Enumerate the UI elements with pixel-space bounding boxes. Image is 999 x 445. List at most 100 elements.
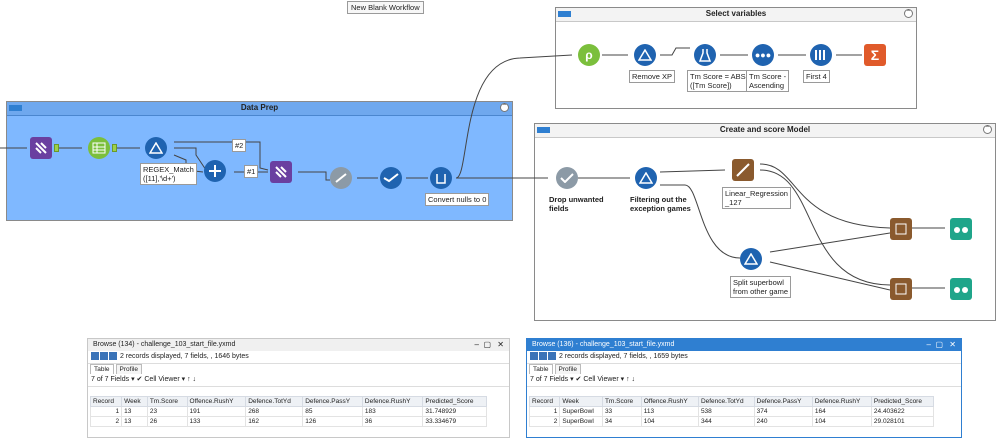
table-row[interactable]: 1 SuperBowl 33 113 538 374 164 24.403622 — [528, 406, 935, 417]
close-icon[interactable]: ✕ — [949, 339, 956, 351]
browse-window-134[interactable]: Browse (134) - challenge_103_start_file.… — [87, 338, 510, 438]
table-cell[interactable]: 13 — [121, 406, 148, 417]
chevron-down-icon[interactable]: ▾ ✔ — [131, 376, 142, 383]
cell-viewer-dropdown[interactable]: Cell Viewer — [583, 376, 618, 383]
column-header[interactable]: Record — [89, 396, 123, 407]
split-view-icon[interactable] — [109, 352, 117, 361]
table-cell[interactable]: 1 — [528, 406, 561, 417]
filter-tool-regex[interactable] — [145, 137, 167, 159]
browse-title-bar[interactable]: Browse (134) - challenge_103_start_file.… — [88, 339, 509, 351]
close-icon[interactable]: ✕ — [497, 339, 504, 351]
tab-table[interactable]: Table — [529, 364, 553, 374]
chevron-down-icon[interactable]: ▾ ↑ ↓ — [182, 376, 196, 383]
grid-view-icon[interactable] — [539, 352, 547, 361]
browse-tool-2[interactable] — [950, 278, 972, 300]
table-cell[interactable]: 33 — [601, 406, 642, 417]
table-cell[interactable]: 126 — [302, 416, 363, 427]
table-cell[interactable]: 191 — [186, 406, 247, 417]
formula-tool[interactable]: ρ — [578, 44, 600, 66]
table-cell[interactable]: 29.028101 — [870, 416, 935, 427]
column-header[interactable]: Tm.Score — [146, 396, 188, 407]
table-cell[interactable]: 26 — [146, 416, 188, 427]
table-view-icon[interactable] — [91, 352, 99, 361]
chevron-down-icon[interactable]: ▾ ↑ ↓ — [621, 376, 635, 383]
column-header[interactable]: Defence.TotYd — [697, 396, 755, 407]
column-header[interactable]: Week — [559, 396, 603, 407]
browse-title-bar[interactable]: Browse (136) - challenge_103_start_file.… — [527, 339, 961, 351]
table-cell[interactable]: 2 — [89, 416, 123, 427]
filter-exception-games-tool[interactable] — [635, 167, 657, 189]
table-cell[interactable]: 24.403622 — [870, 406, 935, 417]
minimize-icon[interactable]: – — [927, 339, 931, 351]
table-cell[interactable]: 104 — [811, 416, 872, 427]
sample-first4-tool[interactable] — [810, 44, 832, 66]
table-cell[interactable]: 133 — [186, 416, 247, 427]
grid-view-icon[interactable] — [100, 352, 108, 361]
table-cell[interactable]: 374 — [753, 406, 813, 417]
column-header[interactable]: Defence.PassY — [302, 396, 363, 407]
column-header[interactable]: Offence.RushY — [640, 396, 699, 407]
score-tool-1[interactable] — [890, 218, 912, 240]
browse-tool-1[interactable] — [950, 218, 972, 240]
table-cell[interactable]: 85 — [302, 406, 363, 417]
tab-profile[interactable]: Profile — [115, 364, 142, 374]
column-header[interactable]: Week — [121, 396, 148, 407]
fields-dropdown[interactable]: 7 of 7 Fields — [530, 376, 568, 383]
table-cell[interactable]: 1 — [89, 406, 123, 417]
table-cell[interactable]: 538 — [697, 406, 755, 417]
table-row[interactable]: 1 13 23 191 268 85 183 31.748929 — [89, 406, 487, 417]
maximize-icon[interactable]: ▢ — [483, 339, 491, 351]
select-drop-fields-tool[interactable] — [556, 167, 578, 189]
workflow-title[interactable]: New Blank Workflow — [347, 1, 424, 14]
fields-dropdown[interactable]: 7 of 7 Fields — [91, 376, 129, 383]
table-cell[interactable]: 34 — [601, 416, 642, 427]
column-header[interactable]: Defence.RushY — [361, 396, 424, 407]
filter-remove-xp-tool[interactable] — [634, 44, 656, 66]
dynamic-select-tool[interactable] — [30, 137, 52, 159]
column-header[interactable]: Defence.RushY — [811, 396, 872, 407]
split-view-icon[interactable] — [548, 352, 556, 361]
column-header[interactable]: Offence.RushY — [186, 396, 247, 407]
table-cell[interactable]: 183 — [361, 406, 424, 417]
sort-tool[interactable]: ●●● — [752, 44, 774, 66]
minimize-icon[interactable]: – — [475, 339, 479, 351]
cell-viewer-dropdown[interactable]: Cell Viewer — [144, 376, 179, 383]
table-row[interactable]: 2 13 26 133 162 126 36 33.334679 — [89, 416, 487, 427]
column-header[interactable]: Defence.TotYd — [245, 396, 304, 407]
table-cell[interactable]: 113 — [640, 406, 699, 417]
table-cell[interactable]: 31.748929 — [422, 406, 487, 417]
summarize-tool[interactable]: Σ — [864, 44, 886, 66]
table-cell[interactable]: 240 — [753, 416, 813, 427]
table-cell[interactable]: 13 — [121, 416, 148, 427]
column-header[interactable]: Predicted_Score — [422, 396, 487, 407]
imputation-tool[interactable] — [330, 167, 352, 189]
abs-formula-tool[interactable] — [694, 44, 716, 66]
table-cell[interactable]: 164 — [811, 406, 872, 417]
score-tool-2[interactable] — [890, 278, 912, 300]
chevron-down-icon[interactable]: ▾ ✔ — [570, 376, 581, 383]
table-cell[interactable]: 2 — [528, 416, 561, 427]
multi-field-tool[interactable] — [380, 167, 402, 189]
table-cell[interactable]: SuperBowl — [559, 416, 603, 427]
linear-regression-tool[interactable] — [732, 159, 754, 181]
table-row[interactable]: 2 SuperBowl 34 104 344 240 104 29.028101 — [528, 416, 935, 427]
filter-superbowl-tool[interactable] — [740, 248, 762, 270]
table-cell[interactable]: 23 — [146, 406, 188, 417]
table-cell[interactable]: 33.334679 — [422, 416, 487, 427]
output-anchor[interactable] — [112, 144, 117, 152]
column-header[interactable]: Predicted_Score — [870, 396, 935, 407]
table-cell[interactable]: 104 — [640, 416, 699, 427]
maximize-icon[interactable]: ▢ — [935, 339, 943, 351]
column-header[interactable]: Record — [528, 396, 561, 407]
column-header[interactable]: Defence.PassY — [753, 396, 813, 407]
dynamic-rename-tool[interactable] — [270, 161, 292, 183]
table-view-icon[interactable] — [530, 352, 538, 361]
browse-window-136[interactable]: Browse (136) - challenge_103_start_file.… — [526, 338, 962, 438]
table-cell[interactable]: 36 — [361, 416, 424, 427]
table-cell[interactable]: 268 — [245, 406, 304, 417]
table-cell[interactable]: 162 — [245, 416, 304, 427]
tab-profile[interactable]: Profile — [554, 364, 581, 374]
table-cell[interactable]: 344 — [697, 416, 755, 427]
table-cell[interactable]: SuperBowl — [559, 406, 603, 417]
output-anchor[interactable] — [54, 144, 59, 152]
